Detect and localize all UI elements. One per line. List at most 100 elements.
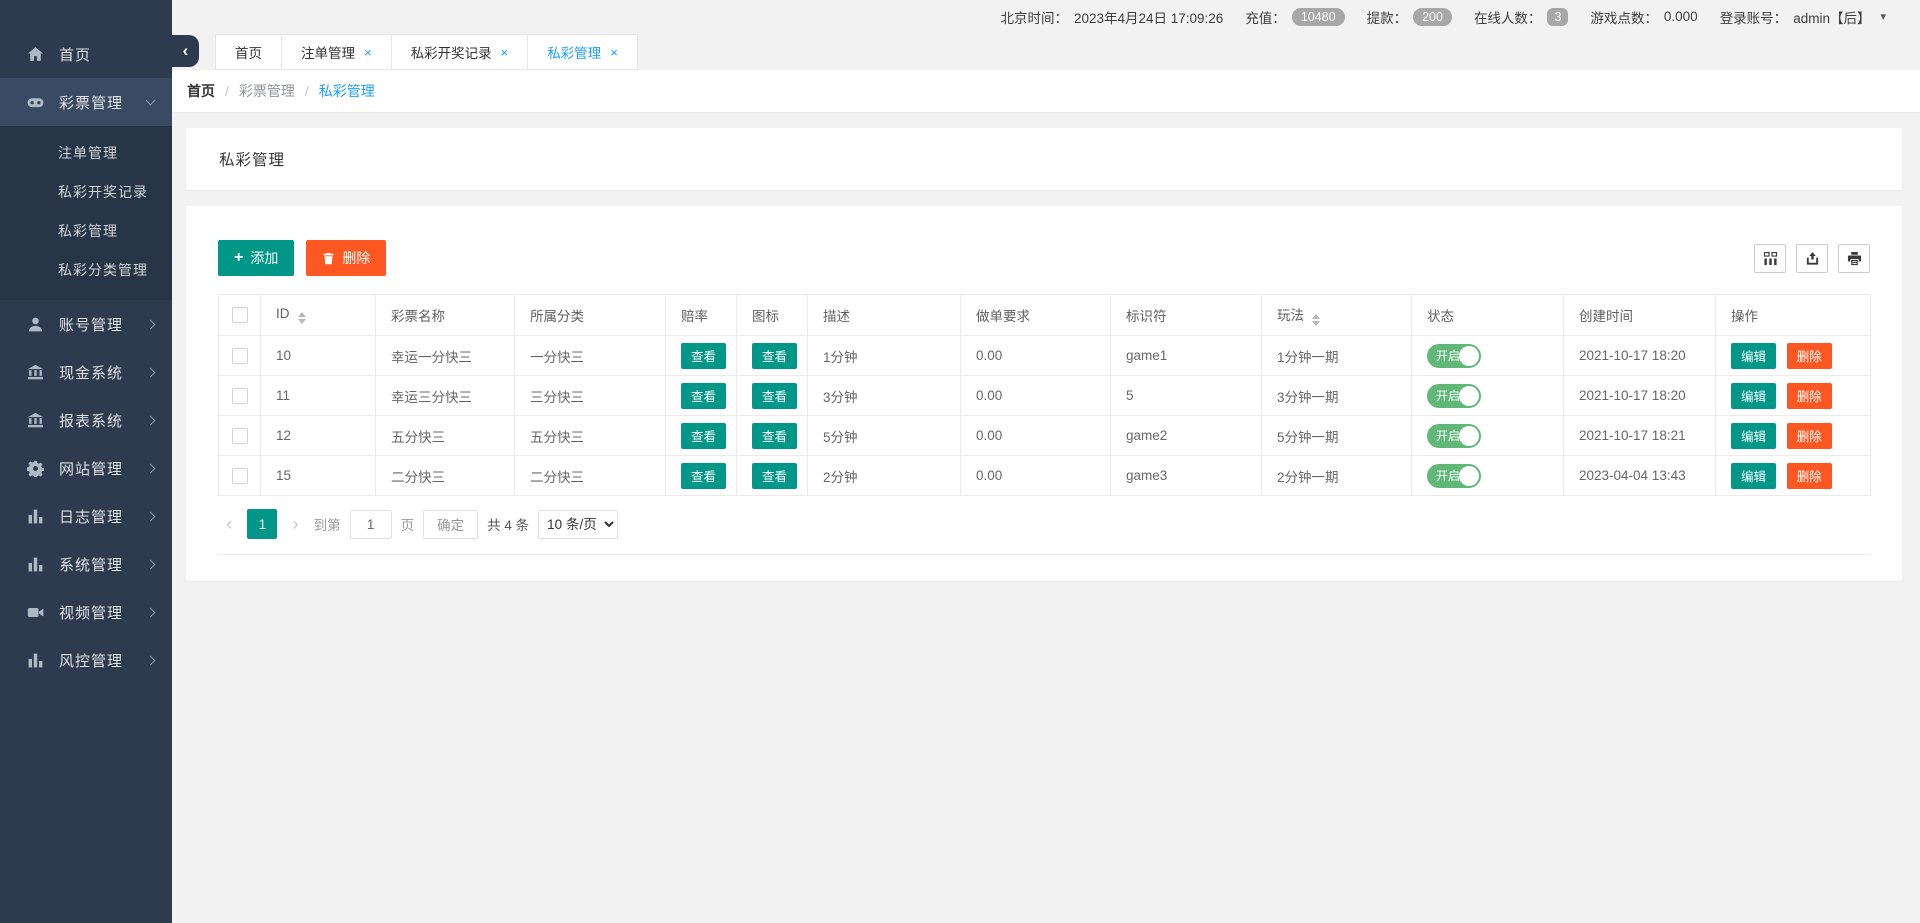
plus-icon: +: [234, 250, 243, 266]
sidebar-item-account[interactable]: 账号管理: [0, 300, 172, 348]
sidebar-item-lottery[interactable]: 彩票管理: [0, 78, 172, 126]
tab-私彩管理[interactable]: 私彩管理 ×: [527, 34, 638, 70]
cell-play: 2分钟一期: [1262, 456, 1412, 496]
add-button[interactable]: + 添加: [218, 240, 294, 276]
column-header: 赔率: [666, 295, 737, 336]
sidebar-subitem[interactable]: 私彩管理: [0, 212, 172, 251]
row-checkbox[interactable]: [232, 348, 248, 364]
table-row: 10 幸运一分快三 一分快三 查看 查看 1分钟 0.00 game1 1分钟一…: [219, 336, 1871, 376]
tab-label: 私彩管理: [547, 42, 601, 62]
row-delete-button[interactable]: 删除: [1787, 343, 1832, 369]
column-header: 描述: [808, 295, 961, 336]
sidebar-item-home[interactable]: 首页: [0, 30, 172, 78]
sidebar-item-log[interactable]: 日志管理: [0, 492, 172, 540]
columns-filter-button[interactable]: [1754, 244, 1786, 273]
print-button[interactable]: [1838, 244, 1870, 273]
view-odds-button[interactable]: 查看: [681, 423, 726, 449]
table-tool-icons: [1754, 244, 1870, 273]
sidebar-item-risk[interactable]: 风控管理: [0, 636, 172, 684]
breadcrumb-item[interactable]: 彩票管理: [239, 81, 295, 101]
table-toolbar: + 添加 删除: [218, 240, 1870, 276]
cell-id: 11: [261, 376, 376, 416]
beijing-time: 北京时间：2023年4月24日 17:09:26: [1000, 7, 1223, 27]
sidebar-item-video[interactable]: 视频管理: [0, 588, 172, 636]
row-checkbox[interactable]: [232, 468, 248, 484]
status-toggle[interactable]: 开启: [1427, 464, 1481, 488]
select-all-checkbox[interactable]: [232, 307, 248, 323]
app-root: 首页 彩票管理 注单管理私彩开奖记录私彩管理私彩分类管理 账号管理 现金系统 报…: [0, 0, 1920, 923]
delete-button[interactable]: 删除: [306, 240, 386, 276]
goto-confirm-button[interactable]: 确定: [423, 510, 478, 539]
status-toggle[interactable]: 开启: [1427, 384, 1481, 408]
cell-name: 幸运三分快三: [376, 376, 515, 416]
cell-desc: 3分钟: [808, 376, 961, 416]
status-toggle-label: 开启: [1436, 347, 1460, 364]
view-icon-button[interactable]: 查看: [752, 423, 797, 449]
close-icon[interactable]: ×: [501, 46, 509, 59]
page-number-current[interactable]: 1: [247, 509, 277, 539]
view-odds-button[interactable]: 查看: [681, 383, 726, 409]
status-toggle[interactable]: 开启: [1427, 344, 1481, 368]
home-icon: [27, 46, 44, 63]
video-icon: [27, 604, 44, 621]
sidebar-item-report[interactable]: 报表系统: [0, 396, 172, 444]
goto-page-input[interactable]: [350, 510, 392, 539]
tab-注单管理[interactable]: 注单管理 ×: [281, 34, 392, 70]
next-page-icon[interactable]: ›: [286, 515, 304, 534]
cell-category: 一分快三: [515, 336, 666, 376]
sidebar-subitem[interactable]: 私彩分类管理: [0, 251, 172, 290]
view-icon-button[interactable]: 查看: [752, 463, 797, 489]
sidebar-item-label: 彩票管理: [59, 92, 147, 113]
edit-button[interactable]: 编辑: [1731, 423, 1776, 449]
chevron-down-icon: ▾: [1880, 10, 1886, 23]
chevron-right-icon: [146, 559, 156, 569]
chevron-right-icon: [146, 415, 156, 425]
view-odds-button[interactable]: 查看: [681, 463, 726, 489]
row-delete-button[interactable]: 删除: [1787, 383, 1832, 409]
edit-button[interactable]: 编辑: [1731, 383, 1776, 409]
sidebar-subitem[interactable]: 私彩开奖记录: [0, 173, 172, 212]
breadcrumb-item[interactable]: 首页: [187, 81, 215, 101]
row-delete-button[interactable]: 删除: [1787, 463, 1832, 489]
row-delete-button[interactable]: 删除: [1787, 423, 1832, 449]
withdraw-stat: 提款： 200: [1367, 7, 1452, 27]
close-icon[interactable]: ×: [610, 46, 618, 59]
close-icon[interactable]: ×: [364, 46, 372, 59]
cell-category: 二分快三: [515, 456, 666, 496]
recharge-label: 充值：: [1245, 7, 1286, 27]
cell-category: 三分快三: [515, 376, 666, 416]
sidebar-submenu: 注单管理私彩开奖记录私彩管理私彩分类管理: [0, 126, 172, 300]
cell-name: 五分快三: [376, 416, 515, 456]
view-icon-button[interactable]: 查看: [752, 343, 797, 369]
prev-page-icon[interactable]: ‹: [220, 515, 238, 534]
edit-button[interactable]: 编辑: [1731, 463, 1776, 489]
sort-icon[interactable]: [1312, 314, 1320, 326]
edit-button[interactable]: 编辑: [1731, 343, 1776, 369]
sidebar-item-system[interactable]: 系统管理: [0, 540, 172, 588]
gamepad-icon: [27, 94, 44, 111]
view-odds-button[interactable]: 查看: [681, 343, 726, 369]
row-checkbox[interactable]: [232, 388, 248, 404]
row-checkbox[interactable]: [232, 428, 248, 444]
sidebar-collapse-button[interactable]: ‹: [172, 35, 199, 67]
cell-category: 五分快三: [515, 416, 666, 456]
sidebar-item-website[interactable]: 网站管理: [0, 444, 172, 492]
online-badge: 3: [1547, 8, 1568, 26]
page-title: 私彩管理: [219, 148, 285, 170]
column-header: 彩票名称: [376, 295, 515, 336]
export-button[interactable]: [1796, 244, 1828, 273]
per-page-select[interactable]: 10 条/页: [538, 510, 618, 539]
sidebar-subitem[interactable]: 注单管理: [0, 134, 172, 173]
status-toggle[interactable]: 开启: [1427, 424, 1481, 448]
sort-icon[interactable]: [298, 312, 306, 324]
tab-私彩开奖记录[interactable]: 私彩开奖记录 ×: [391, 34, 529, 70]
account-menu[interactable]: 登录账号：admin【后】 ▾: [1720, 7, 1886, 27]
breadcrumb-separator: /: [225, 83, 229, 99]
chevron-right-icon: [146, 607, 156, 617]
sidebar-item-cash[interactable]: 现金系统: [0, 348, 172, 396]
cell-play: 3分钟一期: [1262, 376, 1412, 416]
status-toggle-label: 开启: [1436, 427, 1460, 444]
tab-首页[interactable]: 首页: [215, 34, 282, 70]
cell-desc: 1分钟: [808, 336, 961, 376]
view-icon-button[interactable]: 查看: [752, 383, 797, 409]
